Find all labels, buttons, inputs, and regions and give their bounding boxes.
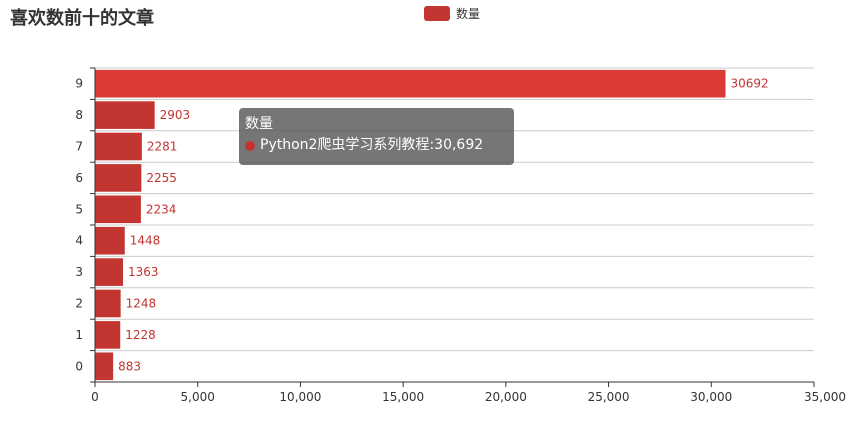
y-tick-label: 6 bbox=[75, 171, 83, 185]
x-tick-label: 20,000 bbox=[485, 390, 527, 404]
x-tick-label: 15,000 bbox=[382, 390, 424, 404]
data-label: 1448 bbox=[130, 234, 161, 248]
data-label: 1228 bbox=[125, 328, 156, 342]
data-label: 2281 bbox=[147, 140, 178, 154]
x-tick-label: 30,000 bbox=[690, 390, 732, 404]
y-tick-label: 2 bbox=[75, 297, 83, 311]
tooltip-series-dot bbox=[245, 140, 255, 151]
data-label: 30692 bbox=[731, 77, 769, 91]
y-tick-label: 3 bbox=[75, 265, 83, 279]
y-tick-label: 8 bbox=[75, 108, 83, 122]
bar[interactable] bbox=[95, 164, 142, 192]
y-tick-label: 5 bbox=[75, 202, 83, 216]
y-tick-label: 4 bbox=[75, 234, 83, 248]
data-label: 2234 bbox=[146, 202, 177, 216]
bar[interactable] bbox=[95, 195, 141, 224]
bar[interactable] bbox=[95, 258, 123, 286]
data-label: 2903 bbox=[160, 108, 191, 122]
x-tick-label: 35,000 bbox=[804, 390, 846, 404]
data-label: 2255 bbox=[146, 171, 177, 185]
y-tick-label: 1 bbox=[75, 328, 83, 342]
y-tick-label: 0 bbox=[75, 359, 83, 373]
y-tick-label: 9 bbox=[75, 77, 83, 91]
tooltip-item-name: Python2爬虫学习系列教程 bbox=[260, 137, 430, 153]
x-tick-label: 25,000 bbox=[588, 390, 630, 404]
bar[interactable] bbox=[95, 321, 121, 349]
tooltip-row: Python2爬虫学习系列教程: 30,692 bbox=[245, 135, 508, 156]
tooltip-title: 数量 bbox=[245, 116, 273, 132]
bar[interactable] bbox=[95, 352, 114, 381]
bar[interactable] bbox=[95, 101, 155, 129]
data-label: 883 bbox=[118, 359, 141, 373]
data-label: 1363 bbox=[128, 265, 159, 279]
x-tick-label: 5,000 bbox=[181, 390, 215, 404]
data-label: 1248 bbox=[126, 297, 157, 311]
tooltip-item-value: 30,692 bbox=[434, 137, 484, 153]
bar[interactable] bbox=[95, 69, 726, 98]
bar[interactable] bbox=[95, 132, 142, 161]
y-tick-label: 7 bbox=[75, 140, 83, 154]
bar[interactable] bbox=[95, 226, 125, 255]
tooltip: 数量 Python2爬虫学习系列教程: 30,692 bbox=[239, 108, 514, 165]
bar-chart: 883 0 1228 1 1248 2 1363 3 1448 4 2234 5 2255 6 2281 7 2… bbox=[75, 67, 846, 404]
x-tick-label: 10,000 bbox=[279, 390, 321, 404]
bar[interactable] bbox=[95, 289, 121, 318]
x-tick-label: 0 bbox=[91, 390, 99, 404]
